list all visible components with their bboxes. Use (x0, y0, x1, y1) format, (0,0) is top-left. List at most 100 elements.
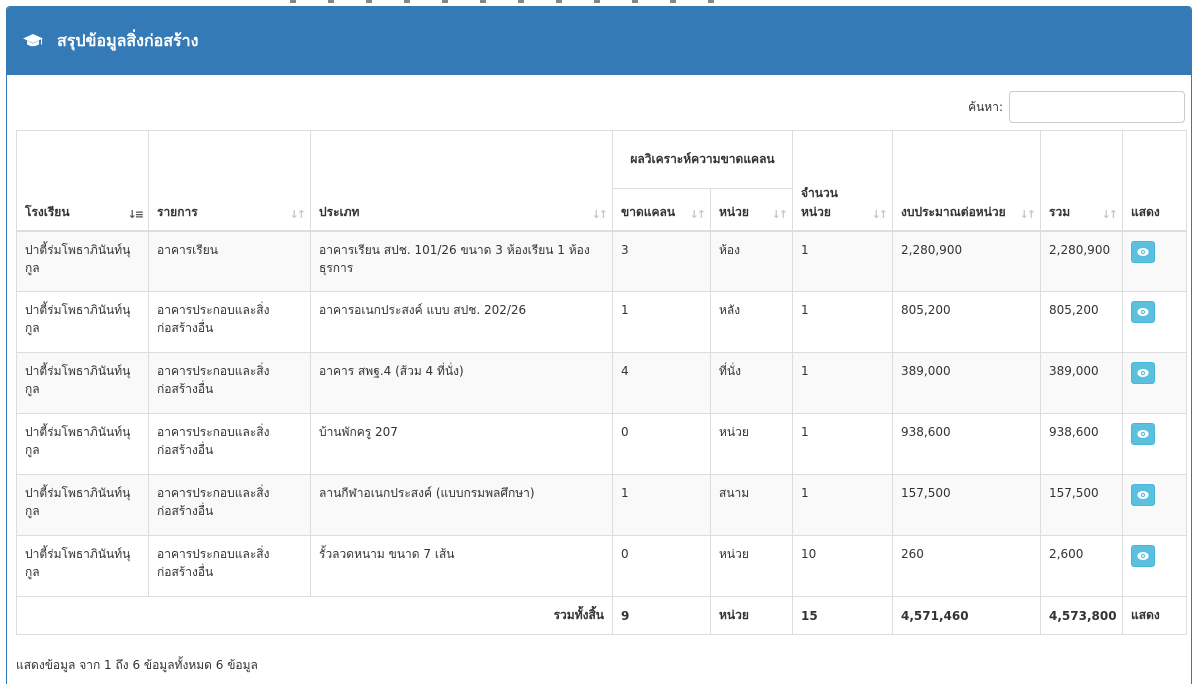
sort-icon: ↓↑ (1019, 207, 1037, 221)
cell-quantity: 1 (792, 413, 894, 475)
cell-budget-per-unit: 157,500 (892, 474, 1042, 536)
sort-icon: ↓↑ (871, 207, 889, 221)
cell-show (1122, 474, 1188, 536)
cell-total: 2,280,900 (1040, 230, 1124, 292)
view-button[interactable] (1131, 423, 1156, 445)
cell-quantity: 1 (792, 230, 894, 292)
column-header-show: แสดง (1122, 130, 1188, 232)
column-header-item[interactable]: รายการ ↓↑ (148, 130, 311, 232)
cell-item: อาคารเรียน (148, 230, 311, 292)
cell-quantity: 1 (792, 474, 894, 536)
table-footer-row: รวมทั้งสิ้น 9 หน่วย 15 4,571,460 4,573,8… (16, 596, 1188, 635)
cell-show (1122, 230, 1188, 292)
eye-icon (1137, 247, 1149, 256)
eye-icon (1137, 430, 1149, 438)
cell-type: ลานกีฬาอเนกประสงค์ (แบบกรมพลศึกษา) (310, 474, 613, 536)
sort-asc-icon: ↓≡ (127, 207, 145, 221)
view-button[interactable] (1131, 240, 1156, 263)
table-row: ปาตี้ร่มโพธาภินันท์นุกูล อาคารประกอบและสิ… (16, 291, 1188, 353)
view-button[interactable] (1131, 301, 1156, 323)
total-quantity: 15 (792, 596, 894, 635)
view-button[interactable] (1131, 545, 1156, 567)
cell-school: ปาตี้ร่มโพธาภินันท์นุกูล (16, 230, 149, 292)
panel-heading: สรุปข้อมูลสิ่งก่อสร้าง (7, 7, 1191, 75)
sort-icon: ↓↑ (689, 207, 707, 221)
table-row: ปาตี้ร่มโพธาภินันท์นุกูล อาคารประกอบและสิ… (16, 535, 1188, 597)
cell-unit: หน่วย (709, 413, 794, 475)
cell-quantity: 10 (792, 535, 894, 597)
cell-school: ปาตี้ร่มโพธาภินันท์นุกูล (16, 474, 149, 536)
cell-unit: หลัง (709, 291, 794, 353)
column-header-type[interactable]: ประเภท ↓↑ (310, 130, 613, 232)
cell-budget-per-unit: 2,280,900 (892, 230, 1042, 292)
cell-type: อาคารอเนกประสงค์ แบบ สปช. 202/26 (310, 291, 613, 353)
total-show-label: แสดง (1122, 596, 1188, 635)
total-unit: หน่วย (709, 596, 794, 635)
sort-icon: ↓↑ (771, 207, 789, 221)
cell-unit: สนาม (709, 474, 794, 536)
cell-type: อาคาร สพฐ.4 (ส้วม 4 ที่นั่ง) (310, 352, 613, 414)
sort-icon: ↓↑ (591, 207, 609, 221)
graduation-cap-icon (23, 33, 43, 49)
column-header-total[interactable]: รวม ↓↑ (1040, 130, 1124, 232)
view-button[interactable] (1131, 484, 1156, 506)
cell-school: ปาตี้ร่มโพธาภินันท์นุกูล (16, 352, 149, 414)
eye-icon (1137, 308, 1149, 316)
cell-show (1122, 291, 1188, 353)
table-info: แสดงข้อมูล จาก 1 ถึง 6 ข้อมูลทั้งหมด 6 ข… (16, 658, 258, 672)
cell-budget-per-unit: 805,200 (892, 291, 1042, 353)
cell-total: 2,600 (1040, 535, 1124, 597)
column-header-school[interactable]: โรงเรียน ↓≡ (16, 130, 149, 232)
cell-school: ปาตี้ร่มโพธาภินันท์นุกูล (16, 291, 149, 353)
cell-shortage: 4 (612, 352, 711, 414)
panel-title: สรุปข้อมูลสิ่งก่อสร้าง (57, 30, 199, 50)
header-text-fragment (290, 0, 720, 3)
cell-budget-per-unit: 389,000 (892, 352, 1042, 414)
column-header-quantity[interactable]: จำนวนหน่วย ↓↑ (792, 130, 894, 232)
cell-item: อาคารประกอบและสิ่งก่อสร้างอื่น (148, 474, 311, 536)
search-bar: ค้นหา: (968, 91, 1185, 123)
cell-unit: หน่วย (709, 535, 794, 597)
cell-total: 389,000 (1040, 352, 1124, 414)
cell-item: อาคารประกอบและสิ่งก่อสร้างอื่น (148, 291, 311, 353)
cell-show (1122, 535, 1188, 597)
cell-item: อาคารประกอบและสิ่งก่อสร้างอื่น (148, 535, 311, 597)
search-label: ค้นหา: (968, 99, 1003, 114)
cell-total: 805,200 (1040, 291, 1124, 353)
cell-school: ปาตี้ร่มโพธาภินันท์นุกูล (16, 535, 149, 597)
cell-type: อาคารเรียน สปช. 101/26 ขนาด 3 ห้องเรียน … (310, 230, 613, 292)
cell-show (1122, 352, 1188, 414)
cell-type: บ้านพักครู 207 (310, 413, 613, 475)
cell-shortage: 0 (612, 535, 711, 597)
cell-item: อาคารประกอบและสิ่งก่อสร้างอื่น (148, 413, 311, 475)
cell-school: ปาตี้ร่มโพธาภินันท์นุกูล (16, 413, 149, 475)
eye-icon (1137, 552, 1149, 560)
total-shortage: 9 (612, 596, 711, 635)
cell-shortage: 1 (612, 474, 711, 536)
table-row: ปาตี้ร่มโพธาภินันท์นุกูล อาคารประกอบและสิ… (16, 352, 1188, 414)
cell-shortage: 1 (612, 291, 711, 353)
cell-type: รั้วลวดหนาม ขนาด 7 เส้น (310, 535, 613, 597)
cell-shortage: 3 (612, 230, 711, 292)
cell-total: 938,600 (1040, 413, 1124, 475)
table-row: ปาตี้ร่มโพธาภินันท์นุกูล อาคารเรียน อาคารเ… (16, 230, 1188, 292)
table-row: ปาตี้ร่มโพธาภินันท์นุกูล อาคารประกอบและสิ… (16, 474, 1188, 536)
cell-budget-per-unit: 260 (892, 535, 1042, 597)
cell-total: 157,500 (1040, 474, 1124, 536)
sort-icon: ↓↑ (289, 207, 307, 221)
cell-unit: ที่นั่ง (709, 352, 794, 414)
construction-table: โรงเรียน ↓≡ รายการ ↓↑ ประเภท ↓↑ ผลวิเครา… (16, 130, 1188, 635)
table-row: ปาตี้ร่มโพธาภินันท์นุกูล อาคารประกอบและสิ… (16, 413, 1188, 475)
eye-icon (1137, 491, 1149, 499)
column-header-budget-per-unit[interactable]: งบประมาณต่อหน่วย ↓↑ (892, 130, 1042, 232)
sort-icon: ↓↑ (1101, 207, 1119, 221)
cell-quantity: 1 (792, 352, 894, 414)
total-budget-per-unit: 4,571,460 (892, 596, 1042, 635)
total-label: รวมทั้งสิ้น (16, 596, 613, 635)
view-button[interactable] (1131, 362, 1156, 384)
column-header-unit[interactable]: หน่วย ↓↑ (709, 188, 794, 232)
cell-item: อาคารประกอบและสิ่งก่อสร้างอื่น (148, 352, 311, 414)
column-header-shortage[interactable]: ขาดแคลน ↓↑ (612, 188, 711, 232)
cell-shortage: 0 (612, 413, 711, 475)
search-input[interactable] (1009, 91, 1185, 123)
